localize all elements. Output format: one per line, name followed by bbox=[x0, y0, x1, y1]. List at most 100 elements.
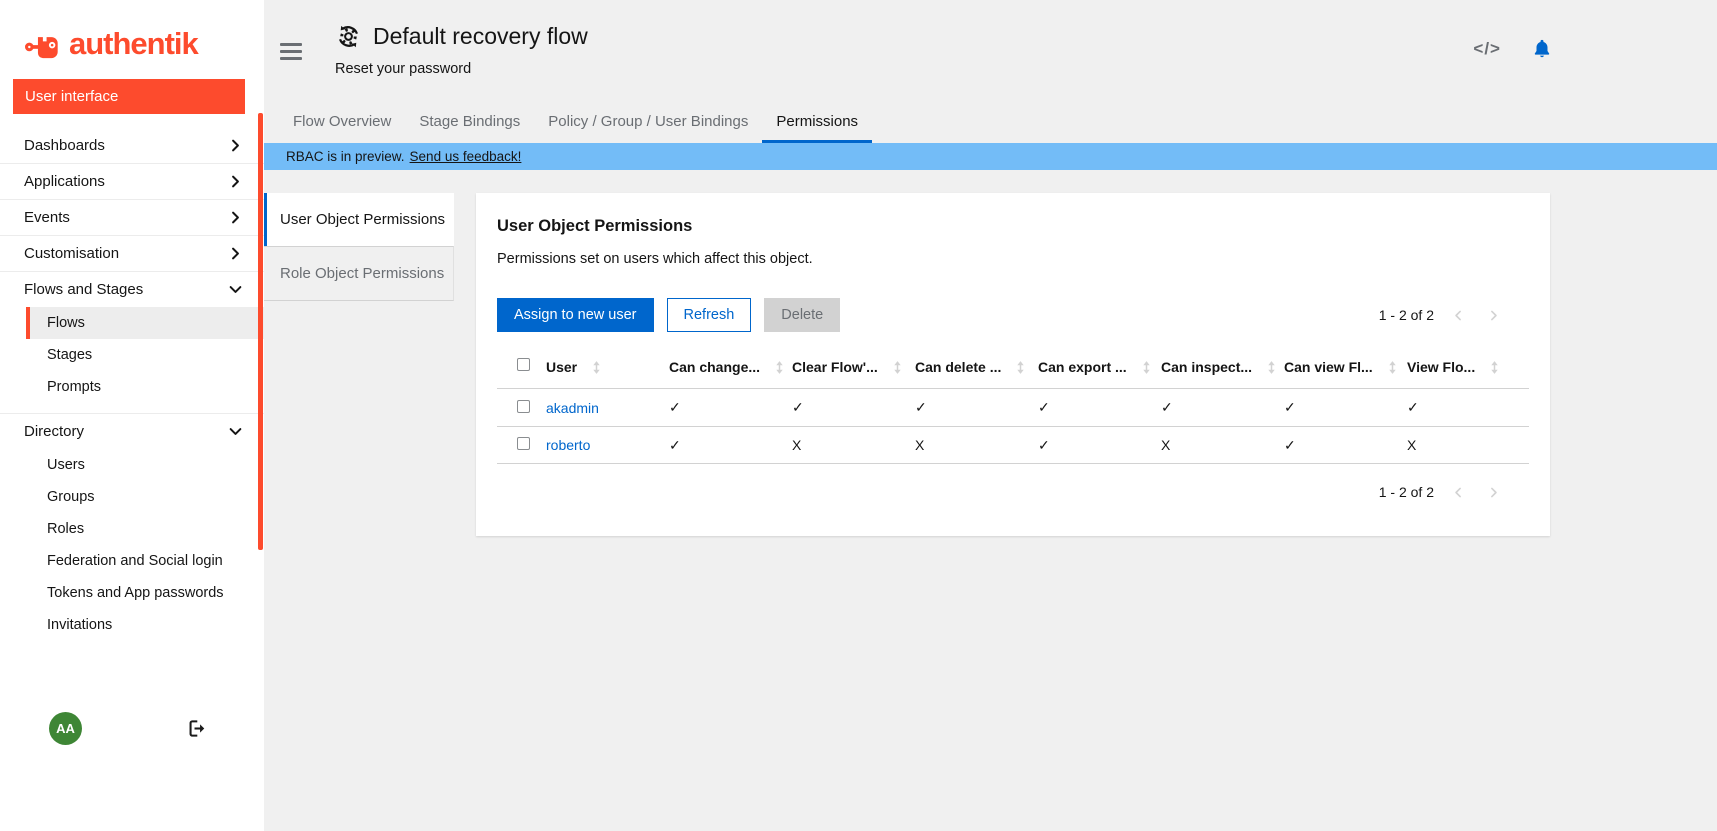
pagination-label: 1 - 2 of 2 bbox=[1379, 484, 1434, 500]
perm-value: ✓ bbox=[1038, 399, 1161, 416]
sort-icon bbox=[1266, 360, 1277, 375]
authentik-logo-icon bbox=[25, 28, 62, 61]
sidebar-item-invitations[interactable]: Invitations bbox=[0, 609, 264, 641]
tab-flow-overview[interactable]: Flow Overview bbox=[279, 104, 405, 143]
sort-icon bbox=[1141, 360, 1152, 375]
perm-value: X bbox=[1161, 437, 1284, 453]
sidebar-item-stages[interactable]: Stages bbox=[0, 339, 264, 371]
flow-icon bbox=[335, 23, 362, 50]
tab-permissions[interactable]: Permissions bbox=[762, 104, 872, 143]
sidebar-item-flows-and-stages[interactable]: Flows and Stages bbox=[0, 272, 264, 307]
sidebar-scrollbar[interactable] bbox=[258, 113, 263, 550]
sidebar-item-prompts[interactable]: Prompts bbox=[0, 371, 264, 403]
column-header-can-export[interactable]: Can export ... bbox=[1038, 359, 1161, 375]
chevron-down-icon bbox=[229, 283, 242, 296]
page-subtitle: Reset your password bbox=[335, 61, 588, 77]
perm-value: ✓ bbox=[1284, 437, 1407, 454]
row-checkbox[interactable] bbox=[517, 437, 530, 450]
sort-icon bbox=[774, 360, 785, 375]
perm-value: ✓ bbox=[1161, 399, 1284, 416]
user-link[interactable]: roberto bbox=[546, 437, 590, 453]
app-window: authentik User interface Dashboards Appl… bbox=[0, 0, 1717, 831]
toolbar: Assign to new user Refresh Delete 1 - 2 … bbox=[497, 298, 1529, 332]
column-header-can-view[interactable]: Can view Fl... bbox=[1284, 359, 1407, 375]
table-row: akadmin ✓ ✓ ✓ ✓ ✓ ✓ ✓ bbox=[497, 388, 1529, 426]
banner-text: RBAC is in preview. bbox=[286, 149, 405, 164]
table-row: roberto ✓ X X ✓ X ✓ X bbox=[497, 426, 1529, 464]
column-header-view-flow[interactable]: View Flo... bbox=[1407, 359, 1530, 375]
perm-value: ✓ bbox=[792, 399, 915, 416]
sidebar-item-user-interface[interactable]: User interface bbox=[13, 79, 245, 114]
tab-stage-bindings[interactable]: Stage Bindings bbox=[405, 104, 534, 143]
card-title: User Object Permissions bbox=[497, 217, 1529, 236]
sidebar-item-events[interactable]: Events bbox=[0, 200, 264, 235]
sort-icon bbox=[1489, 360, 1500, 375]
permissions-table: User Can change... Clear Flow'... Can de… bbox=[497, 346, 1529, 464]
menu-toggle-icon[interactable] bbox=[280, 43, 302, 60]
next-page-icon[interactable] bbox=[1483, 486, 1504, 499]
chevron-right-icon bbox=[229, 139, 242, 152]
table-header-row: User Can change... Clear Flow'... Can de… bbox=[497, 346, 1529, 388]
sidebar-item-users[interactable]: Users bbox=[0, 449, 264, 481]
card-description: Permissions set on users which affect th… bbox=[497, 251, 1529, 267]
perm-value: ✓ bbox=[1038, 437, 1161, 454]
user-link[interactable]: akadmin bbox=[546, 400, 599, 416]
object-permission-tabs: User Object Permissions Role Object Perm… bbox=[264, 193, 454, 301]
pagination-bottom: 1 - 2 of 2 bbox=[1379, 484, 1504, 500]
logo-wordmark: authentik bbox=[69, 26, 198, 62]
sidebar-item-dashboards[interactable]: Dashboards bbox=[0, 128, 264, 163]
sidebar-item-flows[interactable]: Flows bbox=[26, 307, 264, 339]
tab-role-object-permissions[interactable]: Role Object Permissions bbox=[264, 246, 454, 301]
column-header-clear-flow[interactable]: Clear Flow'... bbox=[792, 359, 915, 375]
select-all-checkbox[interactable] bbox=[517, 358, 530, 371]
sidebar-item-customisation[interactable]: Customisation bbox=[0, 236, 264, 271]
chevron-right-icon bbox=[229, 211, 242, 224]
perm-value: ✓ bbox=[915, 399, 1038, 416]
sort-icon bbox=[1015, 360, 1026, 375]
perm-value: X bbox=[1407, 437, 1530, 453]
perm-value: X bbox=[915, 437, 1038, 453]
tab-user-object-permissions[interactable]: User Object Permissions bbox=[264, 193, 454, 246]
next-page-icon[interactable] bbox=[1483, 309, 1504, 322]
avatar[interactable]: AA bbox=[49, 712, 82, 745]
feedback-link[interactable]: Send us feedback! bbox=[410, 149, 522, 164]
page-header: Default recovery flow Reset your passwor… bbox=[264, 0, 1717, 104]
notification-bell-icon[interactable] bbox=[1531, 38, 1553, 60]
pagination-label: 1 - 2 of 2 bbox=[1379, 307, 1434, 323]
chevron-down-icon bbox=[229, 425, 242, 438]
column-header-can-delete[interactable]: Can delete ... bbox=[915, 359, 1038, 375]
perm-value: ✓ bbox=[669, 437, 792, 454]
sign-out-icon[interactable] bbox=[187, 719, 206, 738]
sidebar-item-roles[interactable]: Roles bbox=[0, 513, 264, 545]
sidebar-item-directory[interactable]: Directory bbox=[0, 414, 264, 449]
assign-to-new-user-button[interactable]: Assign to new user bbox=[497, 298, 654, 332]
delete-button[interactable]: Delete bbox=[764, 298, 840, 332]
sidebar-nav: Dashboards Applications Events Customisa… bbox=[0, 128, 264, 651]
sidebar-item-tokens-and-app-passwords[interactable]: Tokens and App passwords bbox=[0, 577, 264, 609]
chevron-right-icon bbox=[229, 175, 242, 188]
row-checkbox[interactable] bbox=[517, 400, 530, 413]
column-header-user[interactable]: User bbox=[546, 359, 669, 375]
sidebar-item-groups[interactable]: Groups bbox=[0, 481, 264, 513]
perm-value: ✓ bbox=[1284, 399, 1407, 416]
column-header-can-inspect[interactable]: Can inspect... bbox=[1161, 359, 1284, 375]
sidebar-item-federation-and-social-login[interactable]: Federation and Social login bbox=[0, 545, 264, 577]
sidebar-footer: AA bbox=[0, 706, 264, 750]
refresh-button[interactable]: Refresh bbox=[667, 298, 752, 332]
previous-page-icon[interactable] bbox=[1448, 486, 1469, 499]
previous-page-icon[interactable] bbox=[1448, 309, 1469, 322]
tab-bar: Flow Overview Stage Bindings Policy / Gr… bbox=[264, 104, 1717, 143]
perm-value: ✓ bbox=[669, 399, 792, 416]
authentik-logo[interactable]: authentik bbox=[0, 0, 264, 62]
content-area: User Object Permissions Role Object Perm… bbox=[264, 170, 1717, 831]
column-header-can-change[interactable]: Can change... bbox=[669, 359, 792, 375]
main-area: Default recovery flow Reset your passwor… bbox=[264, 0, 1717, 831]
sort-icon bbox=[892, 360, 903, 375]
perm-value: ✓ bbox=[1407, 399, 1530, 416]
sidebar-item-applications[interactable]: Applications bbox=[0, 164, 264, 199]
tab-policy-group-user-bindings[interactable]: Policy / Group / User Bindings bbox=[534, 104, 762, 143]
sort-icon bbox=[1387, 360, 1398, 375]
sort-icon bbox=[591, 360, 602, 375]
api-code-icon[interactable]: </> bbox=[1473, 39, 1501, 59]
page-title: Default recovery flow bbox=[373, 23, 588, 50]
